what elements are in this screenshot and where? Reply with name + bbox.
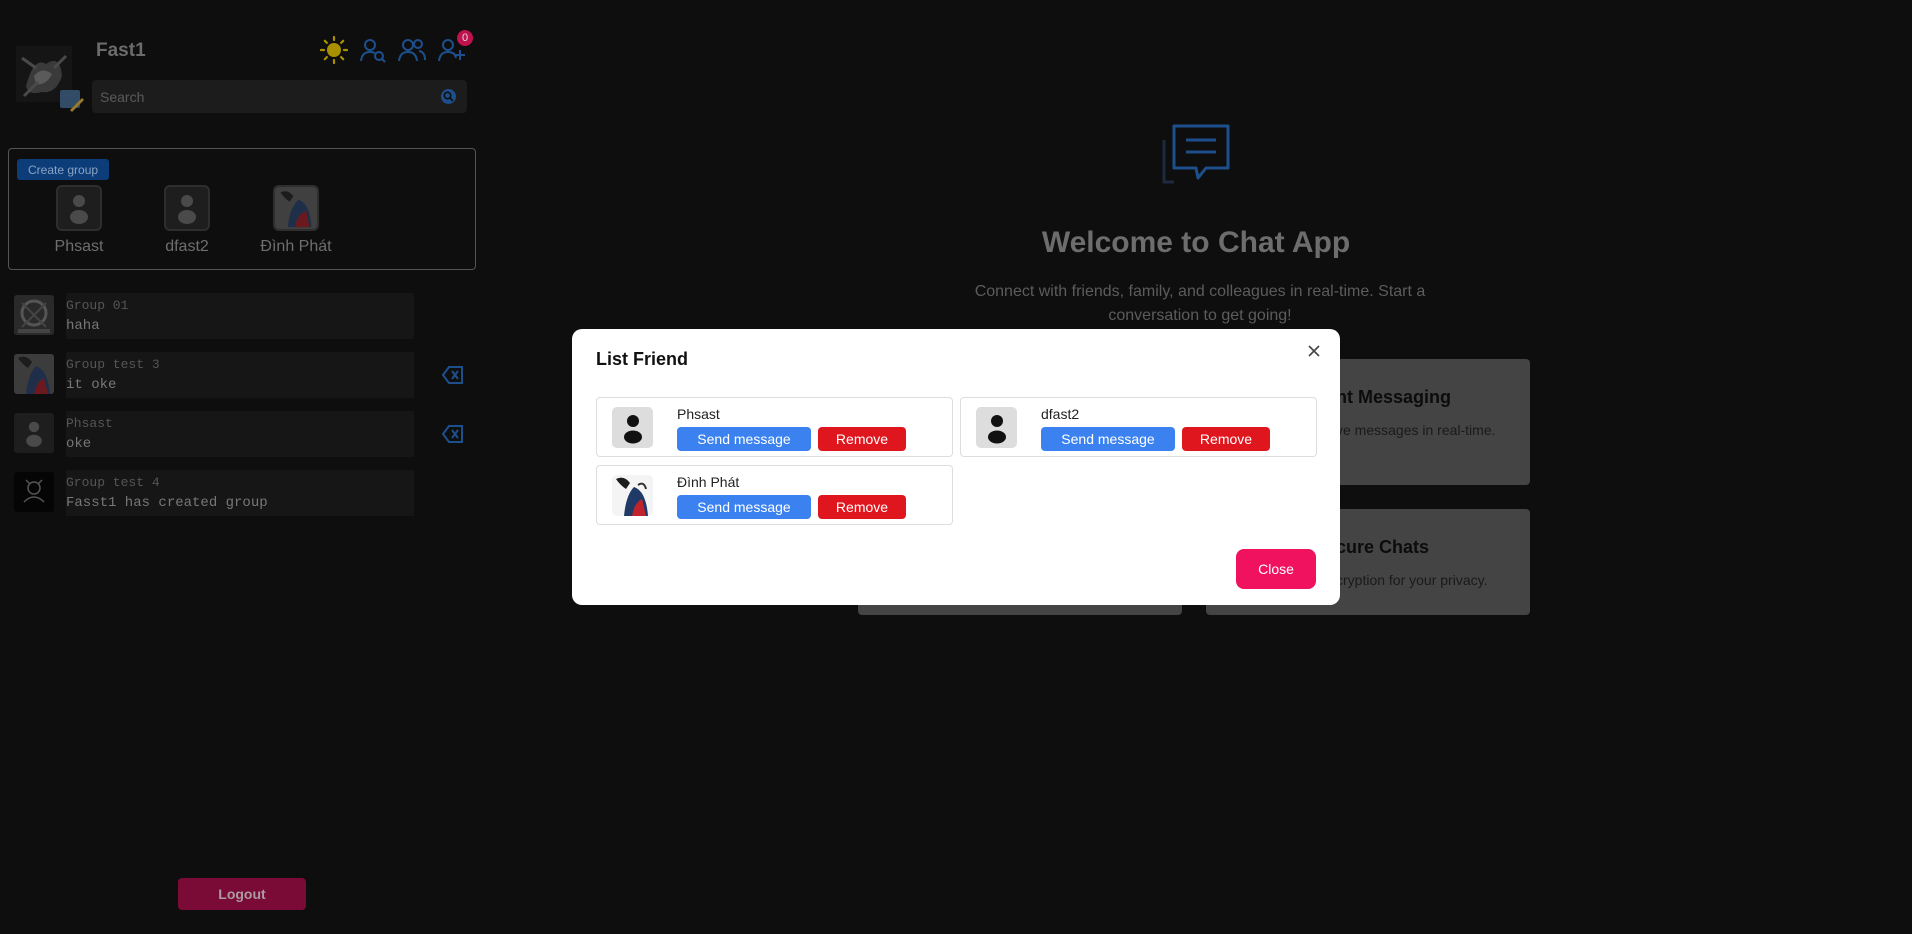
conversation-preview: Phsast oke [66, 411, 414, 457]
group-avatar [14, 354, 54, 394]
photo-avatar [612, 475, 653, 516]
close-button[interactable]: Close [1236, 549, 1316, 589]
remove-friend-button[interactable]: Remove [818, 427, 906, 451]
send-message-button[interactable]: Send message [1041, 427, 1175, 451]
friend-name: dfast2 [1041, 406, 1080, 422]
friend-chip[interactable]: dfast2 [132, 185, 242, 256]
friend-requests-button[interactable]: 0 [437, 30, 473, 64]
friend-card: Đình Phát Send message Remove [596, 465, 953, 525]
feature-title: nt Messaging [1336, 387, 1452, 407]
default-avatar-icon [612, 407, 653, 448]
remove-friend-button[interactable]: Remove [818, 495, 906, 519]
welcome-title: Welcome to Chat App [1041, 226, 1351, 259]
delete-conversation-icon[interactable] [442, 423, 464, 445]
conversation-item[interactable]: Phsast oke [14, 411, 463, 457]
conversation-preview: Group 01 haha [66, 293, 414, 339]
friend-card: Phsast Send message Remove [596, 397, 953, 457]
users-icon[interactable] [398, 36, 426, 64]
conversation-last-message: it oke [66, 377, 117, 393]
username: Fast1 [96, 40, 146, 61]
feature-title: cure Chats [1336, 537, 1430, 557]
conversation-last-message: oke [66, 436, 92, 452]
welcome-subtitle: Connect with friends, family, and collea… [974, 283, 1426, 324]
conversation-title: Phsast [66, 416, 113, 431]
friend-name: Phsast [677, 406, 720, 422]
photo-avatar [273, 185, 319, 231]
default-avatar-icon [56, 185, 102, 231]
conversation-title: Group 01 [66, 298, 129, 313]
conversation-item[interactable]: Group test 3 it oke [14, 352, 463, 398]
friend-chip[interactable]: Phsast [24, 185, 134, 256]
conversation-preview: Group test 4 Fasst1 has created group [66, 470, 414, 516]
default-avatar-icon [976, 407, 1017, 448]
conversation-item[interactable]: Group 01 haha [14, 293, 414, 339]
search-bar [92, 80, 467, 113]
send-message-button[interactable]: Send message [677, 427, 811, 451]
group-avatar [14, 295, 54, 335]
conversation-last-message: haha [66, 318, 100, 334]
top-icon-bar: 0 [320, 30, 473, 64]
default-avatar-icon [164, 185, 210, 231]
delete-conversation-icon[interactable] [442, 364, 464, 386]
feature-description: cryption for your privacy. [1336, 572, 1488, 588]
close-icon[interactable] [1306, 343, 1322, 359]
create-group-button[interactable]: Create group [17, 159, 110, 180]
sidebar: Fast1 0 Search Create group Phsast dfast… [0, 0, 480, 934]
friend-card: dfast2 Send message Remove [960, 397, 1317, 457]
friends-panel: Create group Phsast dfast2 Đình Phát [8, 148, 476, 270]
modal-title: List Friend [596, 349, 689, 369]
feature-description: ve messages in real-time. [1336, 422, 1496, 438]
conversation-last-message: Fasst1 has created group [66, 495, 268, 511]
friend-chip[interactable]: Đình Phát [241, 185, 351, 256]
logout-button[interactable]: Logout [178, 878, 306, 910]
search-icon[interactable] [440, 88, 457, 105]
friend-name: Đình Phát [677, 474, 740, 490]
sun-icon[interactable] [320, 36, 348, 64]
notification-count-badge: 0 [457, 30, 473, 46]
conversation-item[interactable]: Group test 4 Fasst1 has created group [14, 470, 414, 516]
chat-icon [1162, 124, 1230, 184]
conversation-preview: Group test 3 it oke [66, 352, 414, 398]
friend-name: Đình Phát [260, 238, 332, 255]
conversation-title: Group test 4 [66, 475, 160, 490]
conversation-title: Group test 3 [66, 357, 160, 372]
default-avatar-icon [14, 413, 54, 453]
remove-friend-button[interactable]: Remove [1182, 427, 1270, 451]
edit-avatar-icon[interactable] [60, 88, 84, 112]
friend-name: dfast2 [165, 238, 209, 255]
search-input[interactable] [92, 80, 432, 113]
send-message-button[interactable]: Send message [677, 495, 811, 519]
list-friend-modal: List Friend Phsast Send message Remove d… [572, 329, 1340, 605]
group-avatar [14, 472, 54, 512]
friend-name: Phsast [54, 238, 104, 255]
user-search-icon[interactable] [359, 36, 387, 64]
